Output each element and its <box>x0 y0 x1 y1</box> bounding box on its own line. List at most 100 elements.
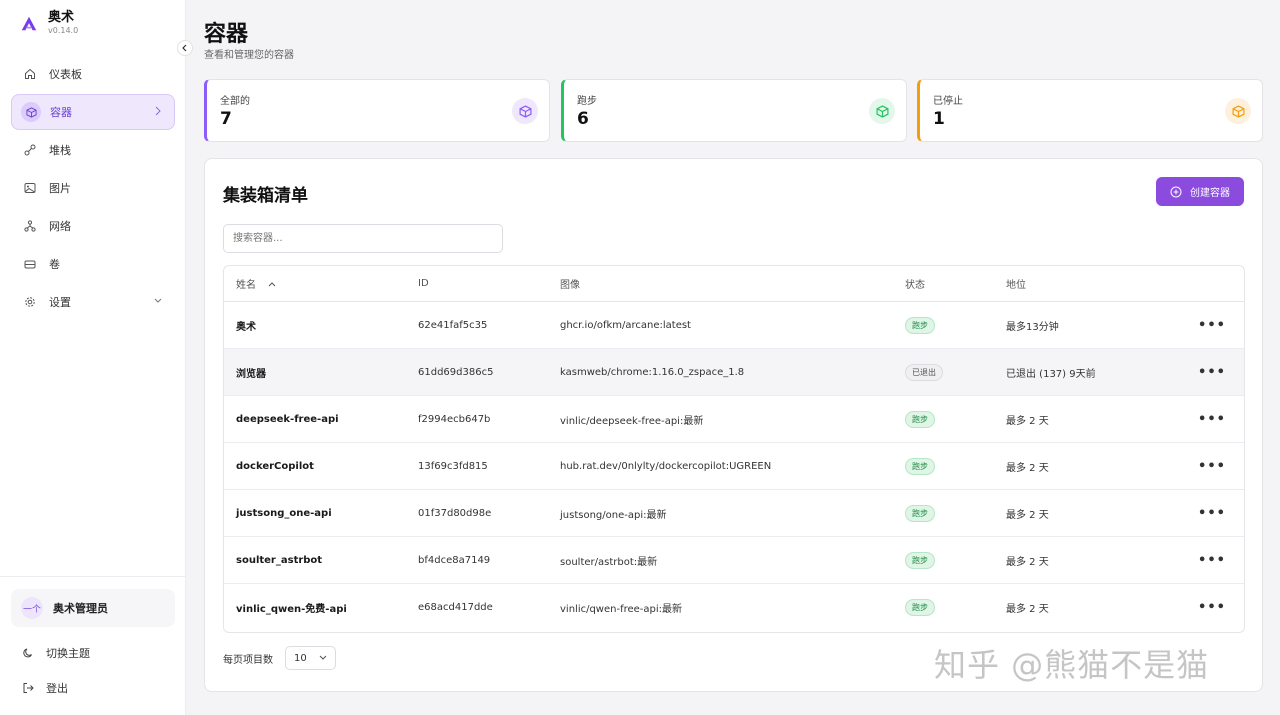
moon-icon <box>22 647 34 659</box>
container-image: vinlic/qwen-free-api:最新 <box>560 604 683 615</box>
stat-label: 已停止 <box>933 96 963 107</box>
table-header: 姓名 ID 图像 状态 地位 <box>224 266 1244 302</box>
chevron-down-icon <box>153 295 163 308</box>
stat-card-running: 跑步 6 <box>561 79 907 142</box>
plus-circle-icon <box>1170 186 1182 197</box>
create-container-button[interactable]: 创建容器 <box>1156 177 1244 206</box>
image-icon <box>23 181 37 195</box>
row-actions-button[interactable]: ••• <box>1182 553 1242 568</box>
row-actions-button[interactable]: ••• <box>1182 365 1242 380</box>
items-per-page-label: 每页项目数 <box>223 654 273 666</box>
container-status: 最多 2 天 <box>1006 462 1049 474</box>
table-row[interactable]: 奥术 62e41faf5c35 ghcr.io/ofkm/arcane:late… <box>224 302 1244 349</box>
container-status: 最多 2 天 <box>1006 604 1049 615</box>
sidebar-item-containers[interactable]: 容器 <box>11 94 175 130</box>
column-header-name[interactable]: 姓名 <box>224 276 418 291</box>
sort-asc-icon <box>268 281 276 286</box>
column-header-id: ID <box>418 278 429 289</box>
sidebar-item-label: 卷 <box>49 258 60 271</box>
brand[interactable]: 奥术 v0.14.0 <box>20 10 78 36</box>
container-id: 13f69c3fd815 <box>418 460 488 472</box>
container-id: f2994ecb647b <box>418 413 491 425</box>
sidebar-item-volumes[interactable]: 卷 <box>11 246 175 282</box>
table-row[interactable]: dockerCopilot 13f69c3fd815 hub.rat.dev/0… <box>224 443 1244 490</box>
page-subtitle: 查看和管理您的容器 <box>204 50 294 61</box>
row-actions-button[interactable]: ••• <box>1182 412 1242 427</box>
table-row[interactable]: vinlic_qwen-免费-api e68acd417dde vinlic/q… <box>224 584 1244 631</box>
chevron-left-icon <box>182 44 187 52</box>
container-image: kasmweb/chrome:1.16.0_zspace_1.8 <box>560 366 745 378</box>
container-image: vinlic/deepseek-free-api:最新 <box>560 415 704 427</box>
sidebar-item-networks[interactable]: 网络 <box>11 208 175 244</box>
status-badge: 跑步 <box>905 599 935 616</box>
column-header-image: 图像 <box>560 280 580 291</box>
sidebar-item-label: 容器 <box>50 106 72 119</box>
pagination: 每页项目数 10 <box>223 646 336 670</box>
container-id: bf4dce8a7149 <box>418 554 491 566</box>
gear-icon <box>23 295 37 309</box>
home-icon <box>23 67 37 81</box>
table-row[interactable]: 浏览器 61dd69d386c5 kasmweb/chrome:1.16.0_z… <box>224 349 1244 396</box>
sidebar-item-label: 图片 <box>49 182 71 195</box>
container-name[interactable]: deepseek-free-api <box>224 414 418 425</box>
box-icon <box>869 98 895 124</box>
search-input[interactable] <box>223 224 503 253</box>
status-badge: 跑步 <box>905 410 935 428</box>
row-actions-button[interactable]: ••• <box>1182 318 1242 333</box>
page-title: 容器 <box>204 22 249 47</box>
user-name: 奥术管理员 <box>53 602 108 615</box>
create-container-label: 创建容器 <box>1190 188 1230 199</box>
sidebar-collapse-button[interactable] <box>177 40 193 56</box>
stack-icon <box>23 143 37 157</box>
toggle-theme-label: 切换主题 <box>46 647 90 660</box>
chevron-right-icon <box>154 106 162 119</box>
panel-title: 集装箱清单 <box>223 186 308 206</box>
arcane-logo-icon <box>21 16 37 31</box>
sidebar-nav: 仪表板 容器 堆栈 图片 网络 卷 设置 <box>11 56 175 322</box>
user-card[interactable]: 一个 奥术管理员 <box>11 589 175 627</box>
container-id: 01f37d80d98e <box>418 507 492 519</box>
app-version: v0.14.0 <box>48 26 79 35</box>
row-actions-button[interactable]: ••• <box>1182 600 1242 615</box>
sidebar-item-stacks[interactable]: 堆栈 <box>11 132 175 168</box>
sidebar-item-label: 网络 <box>49 220 71 233</box>
status-badge: 跑步 <box>905 551 935 569</box>
container-name[interactable]: vinlic_qwen-免费-api <box>224 600 418 615</box>
sidebar-item-label: 堆栈 <box>49 144 71 157</box>
container-status: 最多13分钟 <box>1006 321 1059 333</box>
sidebar-item-settings[interactable]: 设置 <box>11 284 175 320</box>
items-per-page-select[interactable]: 10 <box>285 646 336 670</box>
table-row[interactable]: deepseek-free-api f2994ecb647b vinlic/de… <box>224 396 1244 443</box>
status-badge: 跑步 <box>905 457 935 475</box>
stat-value: 1 <box>933 109 945 129</box>
container-name[interactable]: 浏览器 <box>224 365 418 380</box>
toggle-theme-button[interactable]: 切换主题 <box>22 645 90 661</box>
container-name[interactable]: 奥术 <box>224 318 418 333</box>
sidebar-item-dashboard[interactable]: 仪表板 <box>11 56 175 92</box>
logout-button[interactable]: 登出 <box>22 680 68 696</box>
row-actions-button[interactable]: ••• <box>1182 459 1242 474</box>
container-id: e68acd417dde <box>418 602 493 613</box>
items-per-page-value: 10 <box>294 652 307 664</box>
container-image: ghcr.io/ofkm/arcane:latest <box>560 319 691 331</box>
container-status: 最多 2 天 <box>1006 415 1049 427</box>
container-image: soulter/astrbot:最新 <box>560 556 658 568</box>
chevron-down-icon <box>319 655 327 660</box>
status-badge: 已退出 <box>905 363 943 381</box>
container-name[interactable]: soulter_astrbot <box>224 555 418 566</box>
stat-label: 跑步 <box>577 96 597 107</box>
stat-value: 7 <box>220 109 232 129</box>
row-actions-button[interactable]: ••• <box>1182 506 1242 521</box>
status-badge: 跑步 <box>905 504 935 522</box>
app-name: 奥术 <box>48 10 75 25</box>
container-list-panel: 集装箱清单 创建容器 姓名 ID 图像 状态 地位 奥术 62e41faf5c3… <box>204 158 1263 692</box>
container-name[interactable]: dockerCopilot <box>224 461 418 472</box>
sidebar-item-images[interactable]: 图片 <box>11 170 175 206</box>
container-image: hub.rat.dev/0nlylty/dockercopilot:UGREEN <box>560 460 772 472</box>
table-row[interactable]: justsong_one-api 01f37d80d98e justsong/o… <box>224 490 1244 537</box>
sidebar-item-label: 仪表板 <box>49 68 82 81</box>
container-name[interactable]: justsong_one-api <box>224 508 418 519</box>
table-row[interactable]: soulter_astrbot bf4dce8a7149 soulter/ast… <box>224 537 1244 584</box>
sidebar-divider <box>0 576 186 577</box>
container-status: 最多 2 天 <box>1006 556 1049 568</box>
